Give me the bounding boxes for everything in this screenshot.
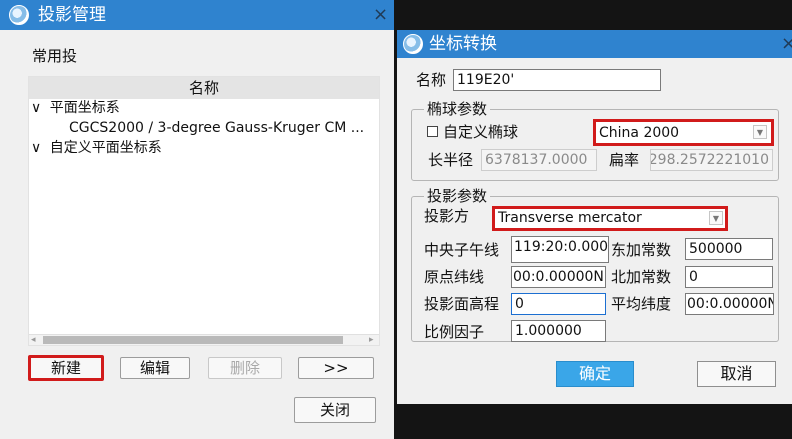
app-logo-icon [403, 34, 423, 54]
section-label: 常用投 [32, 47, 78, 65]
delete-button[interactable]: 删除 [208, 357, 282, 379]
scroll-right-icon[interactable]: ▸ [369, 335, 374, 346]
ellipsoid-select[interactable]: China 2000 ▼ [593, 119, 774, 146]
tree-node-label: 自定义平面坐标系 [49, 140, 162, 156]
false-easting-label: 东加常数 [611, 241, 672, 259]
close-icon[interactable]: × [781, 35, 792, 53]
projection-height-input[interactable]: 0 [511, 293, 606, 315]
cancel-button[interactable]: 取消 [697, 361, 776, 387]
title-bar: 坐标转换 × [397, 30, 792, 58]
flattening-value: 298.2572221010 [650, 152, 769, 168]
chevron-down-icon[interactable]: ▼ [709, 211, 723, 225]
central-meridian-label: 中央子午线 [424, 241, 500, 259]
semi-major-label: 长半径 [428, 151, 474, 169]
false-easting-input[interactable]: 500000 [685, 238, 773, 260]
tree-node-plane[interactable]: ∨ 平面坐标系 [31, 99, 120, 117]
projection-manager-dialog: 投影管理 × 常用投 名称 ∨ 平面坐标系 CGCS2000 / 3-degre… [0, 0, 394, 439]
projection-method-select[interactable]: Transverse mercator ▼ [492, 206, 728, 231]
flattening-label: 扁率 [609, 151, 640, 169]
title-bar: 投影管理 × [0, 0, 394, 30]
method-label: 投影方 [424, 207, 470, 225]
projection-legend: 投影参数 [424, 187, 491, 205]
ok-button[interactable]: 确定 [556, 361, 634, 387]
chevron-down-icon[interactable]: ▼ [753, 125, 767, 139]
tree-node-label: 平面坐标系 [49, 100, 120, 116]
flattening-input[interactable]: 298.2572221010 [650, 149, 773, 171]
more-button[interactable]: >> [298, 357, 374, 379]
chevron-down-icon[interactable]: ∨ [31, 100, 41, 116]
app-logo-icon [9, 5, 29, 25]
semi-major-input[interactable]: 6378137.0000 [481, 149, 597, 171]
custom-ellipsoid-label[interactable]: 自定义椭球 [443, 123, 535, 141]
scrollbar-thumb[interactable] [43, 336, 343, 344]
projection-list[interactable]: 名称 ∨ 平面坐标系 CGCS2000 / 3-degree Gauss-Kru… [28, 76, 380, 346]
new-button[interactable]: 新建 [28, 355, 104, 381]
dialog-title: 投影管理 [38, 5, 106, 25]
projection-height-label: 投影面高程 [424, 295, 500, 313]
name-label: 名称 [416, 71, 447, 89]
mean-latitude-input[interactable]: 00:0.00000N [685, 293, 774, 315]
custom-ellipsoid-checkbox[interactable] [427, 126, 438, 137]
projection-method-value: Transverse mercator [498, 210, 642, 226]
edit-button[interactable]: 编辑 [120, 357, 190, 379]
origin-latitude-input[interactable]: 00:0.00000N [511, 266, 606, 288]
false-northing-input[interactable]: 0 [685, 266, 773, 288]
name-input[interactable]: 119E20' [453, 69, 661, 91]
tree-node-custom[interactable]: ∨ 自定义平面坐标系 [31, 139, 162, 157]
central-meridian-input[interactable]: 119:20:0.000 [511, 236, 609, 263]
scale-factor-input[interactable]: 1.000000 [511, 320, 606, 342]
ellipsoid-select-value: China 2000 [599, 125, 680, 141]
close-button[interactable]: 关闭 [294, 397, 376, 423]
ellipsoid-legend: 椭球参数 [424, 100, 491, 118]
origin-latitude-label: 原点纬线 [424, 268, 485, 286]
scroll-left-icon[interactable]: ◂ [31, 335, 36, 346]
dialog-title: 坐标转换 [429, 34, 497, 54]
close-icon[interactable]: × [373, 6, 388, 24]
column-header-name[interactable]: 名称 [29, 77, 379, 99]
scale-factor-label: 比例因子 [424, 323, 485, 341]
coordinate-transform-dialog: 坐标转换 × 名称 119E20' 椭球参数 自定义椭球 China 2000 … [397, 30, 792, 404]
false-northing-label: 北加常数 [611, 268, 672, 286]
chevron-down-icon[interactable]: ∨ [31, 140, 41, 156]
tree-leaf-cgcs2000[interactable]: CGCS2000 / 3-degree Gauss-Kruger CM ... [69, 119, 364, 137]
horizontal-scrollbar[interactable]: ◂ ▸ [29, 334, 379, 345]
mean-latitude-label: 平均纬度 [611, 295, 672, 313]
